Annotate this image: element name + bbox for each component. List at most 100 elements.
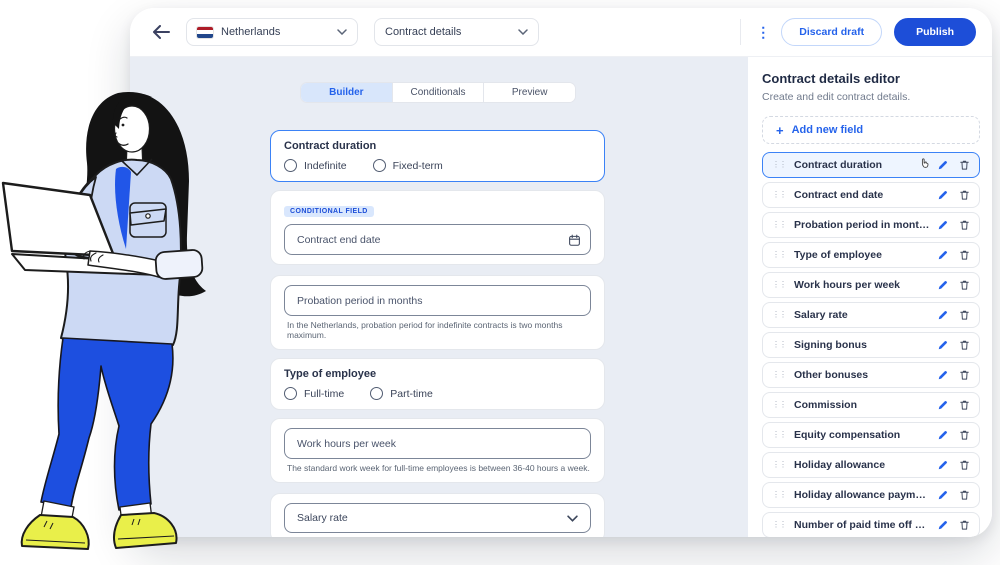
tab-preview[interactable]: Preview bbox=[484, 83, 575, 102]
radio-circle-icon[interactable] bbox=[284, 387, 297, 400]
card-work-hours[interactable]: The standard work week for full-time emp… bbox=[270, 418, 605, 483]
delete-icon[interactable] bbox=[959, 219, 970, 231]
edit-icon[interactable] bbox=[937, 490, 948, 501]
field-row-work-hours[interactable]: ⋮⋮ Work hours per week bbox=[762, 272, 980, 298]
delete-icon[interactable] bbox=[959, 489, 970, 501]
field-row-holiday-allowance-frequency[interactable]: ⋮⋮ Holiday allowance payment fre... bbox=[762, 482, 980, 508]
drag-handle-icon[interactable]: ⋮⋮ bbox=[772, 431, 786, 439]
drag-handle-icon[interactable]: ⋮⋮ bbox=[772, 191, 786, 199]
drag-handle-icon[interactable]: ⋮⋮ bbox=[772, 371, 786, 379]
cursor-icon bbox=[919, 156, 931, 174]
edit-icon[interactable] bbox=[937, 370, 948, 381]
topbar: Netherlands Contract details ⋮ Discard d… bbox=[130, 8, 992, 57]
probation-helper-text: In the Netherlands, probation period for… bbox=[284, 320, 591, 340]
kebab-menu-icon[interactable]: ⋮ bbox=[751, 20, 775, 44]
delete-icon[interactable] bbox=[959, 189, 970, 201]
calendar-icon[interactable] bbox=[568, 233, 581, 246]
radio-fixed-term-label: Fixed-term bbox=[393, 160, 443, 172]
delete-icon[interactable] bbox=[959, 369, 970, 381]
field-row-signing-bonus[interactable]: ⋮⋮ Signing bonus bbox=[762, 332, 980, 358]
edit-icon[interactable] bbox=[937, 430, 948, 441]
discard-draft-button[interactable]: Discard draft bbox=[781, 18, 882, 46]
editor-subtitle: Create and edit contract details. bbox=[762, 91, 980, 103]
country-selector[interactable]: Netherlands bbox=[186, 18, 358, 46]
drag-handle-icon[interactable]: ⋮⋮ bbox=[772, 251, 786, 259]
field-row-contract-duration[interactable]: ⋮⋮ Contract duration bbox=[762, 152, 980, 178]
topbar-divider bbox=[740, 19, 741, 45]
drag-handle-icon[interactable]: ⋮⋮ bbox=[772, 341, 786, 349]
card-employee-type[interactable]: Type of employee Full-time Part-time bbox=[270, 358, 605, 410]
field-row-salary-rate[interactable]: ⋮⋮ Salary rate bbox=[762, 302, 980, 328]
field-row-employee-type[interactable]: ⋮⋮ Type of employee bbox=[762, 242, 980, 268]
field-row-label: Contract end date bbox=[794, 189, 931, 201]
delete-icon[interactable] bbox=[959, 339, 970, 351]
edit-icon[interactable] bbox=[937, 250, 948, 261]
delete-icon[interactable] bbox=[959, 399, 970, 411]
probation-period-input[interactable] bbox=[284, 285, 591, 316]
publish-button[interactable]: Publish bbox=[894, 18, 976, 46]
add-new-field-button[interactable]: + Add new field bbox=[762, 116, 980, 144]
drag-handle-icon[interactable]: ⋮⋮ bbox=[772, 281, 786, 289]
template-selector[interactable]: Contract details bbox=[374, 18, 539, 46]
contract-end-date-input[interactable] bbox=[284, 224, 591, 255]
drag-handle-icon[interactable]: ⋮⋮ bbox=[772, 311, 786, 319]
drag-handle-icon[interactable]: ⋮⋮ bbox=[772, 491, 786, 499]
drag-handle-icon[interactable]: ⋮⋮ bbox=[772, 221, 786, 229]
drag-handle-icon[interactable]: ⋮⋮ bbox=[772, 161, 786, 169]
delete-icon[interactable] bbox=[959, 279, 970, 291]
field-row-label: Number of paid time off days bbox=[794, 519, 931, 531]
radio-part-time[interactable]: Part-time bbox=[370, 387, 433, 400]
card-probation-period[interactable]: In the Netherlands, probation period for… bbox=[270, 275, 605, 350]
drag-handle-icon[interactable]: ⋮⋮ bbox=[772, 461, 786, 469]
form-cards: Contract duration Indefinite Fixed-term bbox=[270, 130, 605, 537]
field-row-equity-compensation[interactable]: ⋮⋮ Equity compensation bbox=[762, 422, 980, 448]
edit-icon[interactable] bbox=[937, 460, 948, 471]
edit-icon[interactable] bbox=[937, 190, 948, 201]
field-row-probation-period[interactable]: ⋮⋮ Probation period in months bbox=[762, 212, 980, 238]
delete-icon[interactable] bbox=[959, 159, 970, 171]
radio-circle-icon[interactable] bbox=[373, 159, 386, 172]
card-salary-rate[interactable]: Salary rate bbox=[270, 493, 605, 537]
field-row-paid-time-off[interactable]: ⋮⋮ Number of paid time off days bbox=[762, 512, 980, 537]
work-hours-input[interactable] bbox=[284, 428, 591, 459]
edit-icon[interactable] bbox=[937, 160, 948, 171]
radio-circle-icon[interactable] bbox=[370, 387, 383, 400]
app-window: Netherlands Contract details ⋮ Discard d… bbox=[130, 8, 992, 537]
drag-handle-icon[interactable]: ⋮⋮ bbox=[772, 401, 786, 409]
edit-icon[interactable] bbox=[937, 520, 948, 531]
radio-full-time[interactable]: Full-time bbox=[284, 387, 344, 400]
field-list: ⋮⋮ Contract duration ⋮⋮ Contract end dat… bbox=[762, 152, 980, 537]
field-row-label: Salary rate bbox=[794, 309, 931, 321]
edit-icon[interactable] bbox=[937, 220, 948, 231]
delete-icon[interactable] bbox=[959, 459, 970, 471]
edit-icon[interactable] bbox=[937, 400, 948, 411]
work-hours-helper-text: The standard work week for full-time emp… bbox=[284, 463, 591, 473]
tab-conditionals[interactable]: Conditionals bbox=[393, 83, 485, 102]
delete-icon[interactable] bbox=[959, 429, 970, 441]
card-contract-end-date[interactable]: CONDITIONAL FIELD bbox=[270, 190, 605, 265]
field-row-label: Type of employee bbox=[794, 249, 931, 261]
edit-icon[interactable] bbox=[937, 310, 948, 321]
chevron-down-icon bbox=[337, 29, 347, 35]
chevron-down-icon bbox=[567, 515, 578, 522]
field-row-contract-end-date[interactable]: ⋮⋮ Contract end date bbox=[762, 182, 980, 208]
radio-indefinite[interactable]: Indefinite bbox=[284, 159, 347, 172]
field-row-other-bonuses[interactable]: ⋮⋮ Other bonuses bbox=[762, 362, 980, 388]
field-row-commission[interactable]: ⋮⋮ Commission bbox=[762, 392, 980, 418]
salary-rate-value: Salary rate bbox=[297, 512, 567, 524]
card-contract-duration[interactable]: Contract duration Indefinite Fixed-term bbox=[270, 130, 605, 182]
field-row-holiday-allowance[interactable]: ⋮⋮ Holiday allowance bbox=[762, 452, 980, 478]
radio-fixed-term[interactable]: Fixed-term bbox=[373, 159, 443, 172]
salary-rate-select[interactable]: Salary rate bbox=[284, 503, 591, 533]
edit-icon[interactable] bbox=[937, 280, 948, 291]
radio-circle-icon[interactable] bbox=[284, 159, 297, 172]
delete-icon[interactable] bbox=[959, 249, 970, 261]
field-row-label: Probation period in months bbox=[794, 219, 931, 231]
delete-icon[interactable] bbox=[959, 309, 970, 321]
edit-icon[interactable] bbox=[937, 340, 948, 351]
drag-handle-icon[interactable]: ⋮⋮ bbox=[772, 521, 786, 529]
tab-bar: Builder Conditionals Preview bbox=[300, 82, 576, 103]
back-button[interactable] bbox=[148, 19, 174, 45]
delete-icon[interactable] bbox=[959, 519, 970, 531]
tab-builder[interactable]: Builder bbox=[301, 83, 393, 102]
